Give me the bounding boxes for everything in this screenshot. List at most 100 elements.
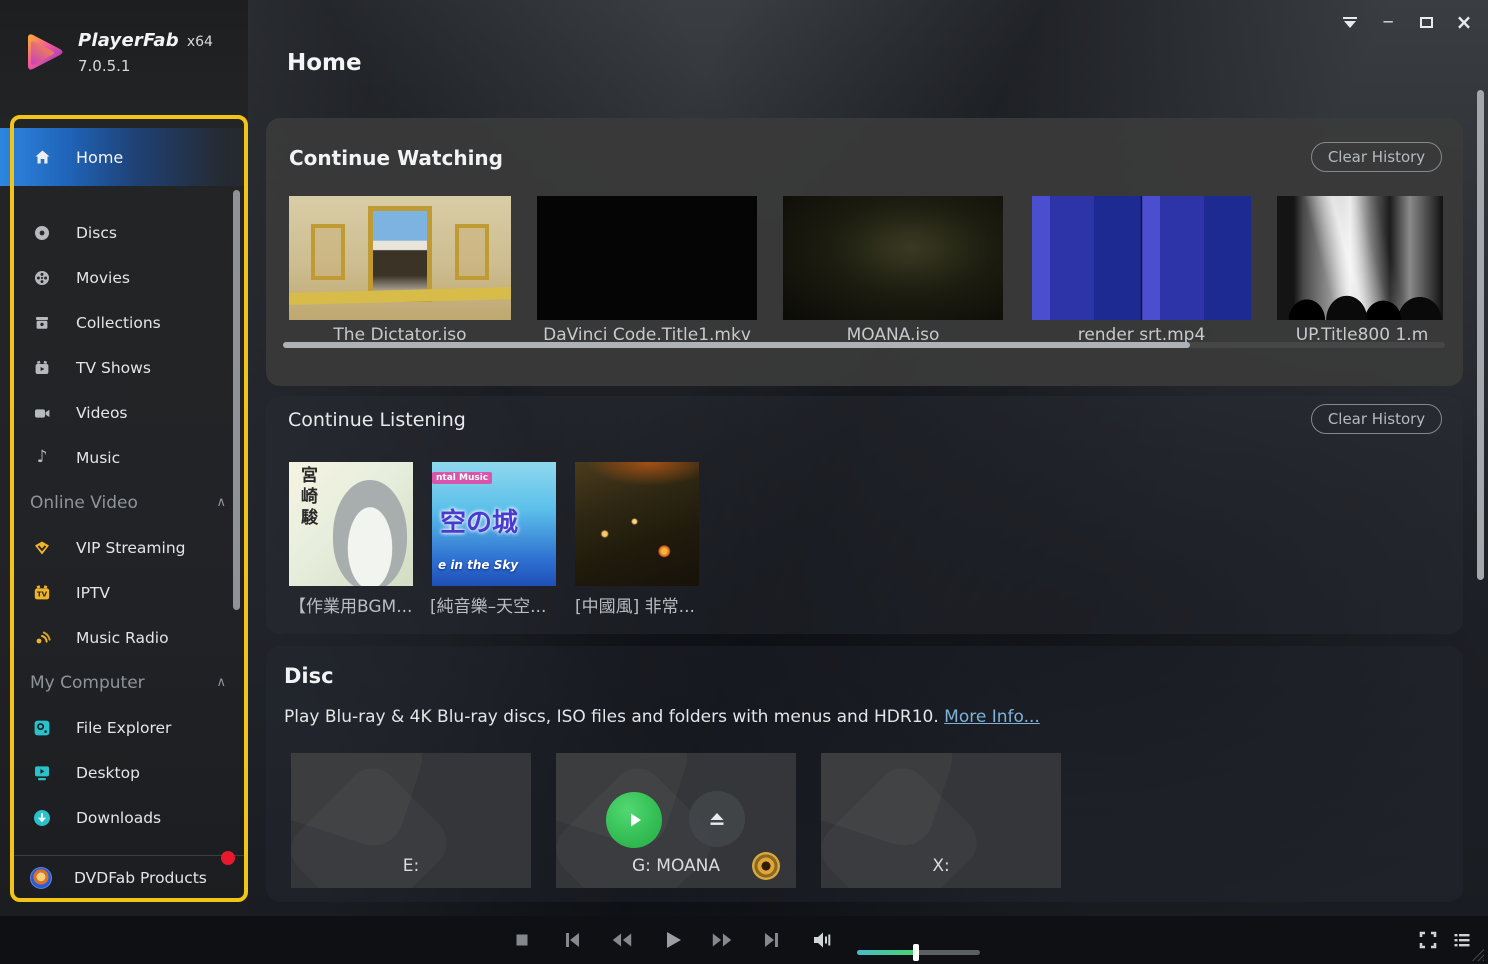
sidebar-section-online-video[interactable]: Online Video ∧ [0, 480, 248, 525]
sidebar-item-vip-streaming[interactable]: VIP Streaming [0, 525, 248, 570]
sidebar-item-home[interactable]: Home [0, 128, 248, 186]
sidebar-item-label: Collections [76, 314, 161, 332]
download-icon [32, 808, 52, 828]
sidebar-section-my-computer[interactable]: My Computer ∧ [0, 660, 248, 705]
disc-description: Play Blu-ray & 4K Blu-ray discs, ISO fil… [284, 707, 1040, 727]
sidebar-item-file-explorer[interactable]: File Explorer [0, 705, 248, 750]
drive-card-e[interactable]: E: [291, 753, 531, 888]
tv-icon [32, 358, 52, 378]
disc-section-title: Disc [284, 664, 334, 688]
audio-cover-garden[interactable] [575, 462, 699, 586]
chevron-up-icon: ∧ [216, 495, 226, 510]
play-disc-button[interactable] [606, 792, 662, 848]
cover-art-text: e in the Sky [438, 558, 518, 572]
sidebar-item-music-radio[interactable]: Music Radio [0, 615, 248, 660]
drive-card-g[interactable]: G: MOANA [556, 753, 796, 888]
fast-forward-icon [710, 928, 734, 952]
drive-label: G: MOANA [556, 856, 796, 876]
fast-forward-button[interactable] [710, 928, 734, 952]
sidebar-item-downloads[interactable]: Downloads [0, 795, 248, 840]
sidebar-item-label: IPTV [76, 584, 110, 602]
sidebar-item-collections[interactable]: Collections [0, 300, 248, 345]
sidebar-item-label: Music Radio [76, 629, 169, 647]
play-button[interactable] [660, 928, 684, 952]
file-explorer-icon [32, 718, 52, 738]
playerfab-window: PlayerFabx64 7.0.5.1 Home Discs [0, 0, 1488, 964]
rewind-button[interactable] [610, 928, 634, 952]
media-thumbnail-moana[interactable] [783, 196, 1003, 320]
disc-icon [32, 223, 52, 243]
thumbnail-art [368, 206, 432, 302]
stop-button[interactable] [510, 928, 534, 952]
clear-history-button-listening[interactable]: Clear History [1311, 404, 1442, 434]
more-info-link[interactable]: More Info... [944, 707, 1040, 727]
media-thumbnail-up[interactable] [1277, 196, 1443, 320]
previous-button[interactable] [560, 928, 584, 952]
next-icon [760, 928, 784, 952]
playlist-button[interactable] [1450, 928, 1474, 952]
sidebar-item-movies[interactable]: Movies [0, 255, 248, 300]
thumbnail-art [455, 224, 489, 280]
media-thumbnail-dictator[interactable] [289, 196, 511, 320]
close-button[interactable]: × [1452, 10, 1476, 34]
page-title: Home [287, 50, 362, 76]
sidebar-item-label: Movies [76, 269, 130, 287]
fullscreen-button[interactable] [1416, 928, 1440, 952]
drive-label: X: [821, 856, 1061, 876]
sidebar-item-discs[interactable]: Discs [0, 210, 248, 255]
minimize-button[interactable]: ─ [1376, 10, 1400, 34]
next-button[interactable] [760, 928, 784, 952]
main-vertical-scrollbar[interactable] [1477, 90, 1484, 580]
svg-text:TV: TV [37, 590, 48, 598]
sidebar: PlayerFabx64 7.0.5.1 Home Discs [0, 0, 248, 916]
rewind-icon [610, 928, 634, 952]
dvdfab-logo-icon [30, 867, 52, 889]
sidebar-item-label: TV Shows [76, 359, 151, 377]
maximize-button[interactable] [1414, 10, 1438, 34]
continue-listening-title: Continue Listening [288, 409, 466, 431]
sidebar-item-iptv[interactable]: TV IPTV [0, 570, 248, 615]
clear-history-button-watching[interactable]: Clear History [1311, 142, 1442, 172]
drive-card-x[interactable]: X: [821, 753, 1061, 888]
maximize-icon [1420, 17, 1433, 28]
sidebar-item-label: VIP Streaming [76, 539, 186, 557]
desktop-monitor-icon [32, 763, 52, 783]
horizontal-scrollbar-thumb[interactable] [283, 342, 1190, 348]
audio-cover-castle[interactable]: ntal Music 空の城 e in the Sky [432, 462, 556, 586]
sidebar-item-videos[interactable]: Videos [0, 390, 248, 435]
disc-description-text: Play Blu-ray & 4K Blu-ray discs, ISO fil… [284, 707, 944, 727]
stop-icon [511, 929, 533, 951]
sidebar-item-label: Music [76, 449, 120, 467]
drive-label: E: [291, 856, 531, 876]
audio-cover-totoro[interactable]: 宮崎駿 [289, 462, 413, 586]
window-menu-button[interactable] [1338, 10, 1362, 34]
window-controls: ─ × [1338, 10, 1476, 34]
volume-slider-fill [857, 950, 917, 955]
audio-caption: 【作業用BGM... [289, 592, 412, 617]
speaker-icon [810, 928, 834, 952]
sidebar-item-music[interactable]: ♪ Music [0, 435, 248, 480]
eject-icon [706, 808, 728, 830]
play-icon [660, 928, 684, 952]
chevron-up-icon: ∧ [216, 675, 226, 690]
media-thumbnail-render[interactable] [1032, 196, 1251, 320]
thumbnail-art [289, 287, 511, 305]
volume-button[interactable] [810, 928, 834, 952]
sidebar-item-tv-shows[interactable]: TV Shows [0, 345, 248, 390]
media-thumbnail-davinci[interactable] [537, 196, 757, 320]
sidebar-item-dvdfab-products[interactable]: DVDFab Products [0, 856, 248, 900]
fullscreen-icon [1418, 930, 1438, 950]
sidebar-item-label: Home [76, 148, 123, 167]
minimize-icon: ─ [1383, 13, 1392, 31]
eject-disc-button[interactable] [689, 791, 745, 847]
cover-art-text: 空の城 [440, 502, 518, 539]
volume-slider-thumb[interactable] [913, 944, 919, 961]
cover-art-text: ntal Music [432, 472, 492, 484]
playerfab-logo-icon [22, 30, 66, 74]
sidebar-scrollbar[interactable] [233, 190, 240, 610]
sidebar-item-label: Discs [76, 224, 117, 242]
resize-grip[interactable] [1472, 949, 1484, 961]
section-header-label: My Computer [30, 673, 216, 693]
sidebar-item-desktop[interactable]: Desktop [0, 750, 248, 795]
notification-dot [221, 851, 235, 865]
